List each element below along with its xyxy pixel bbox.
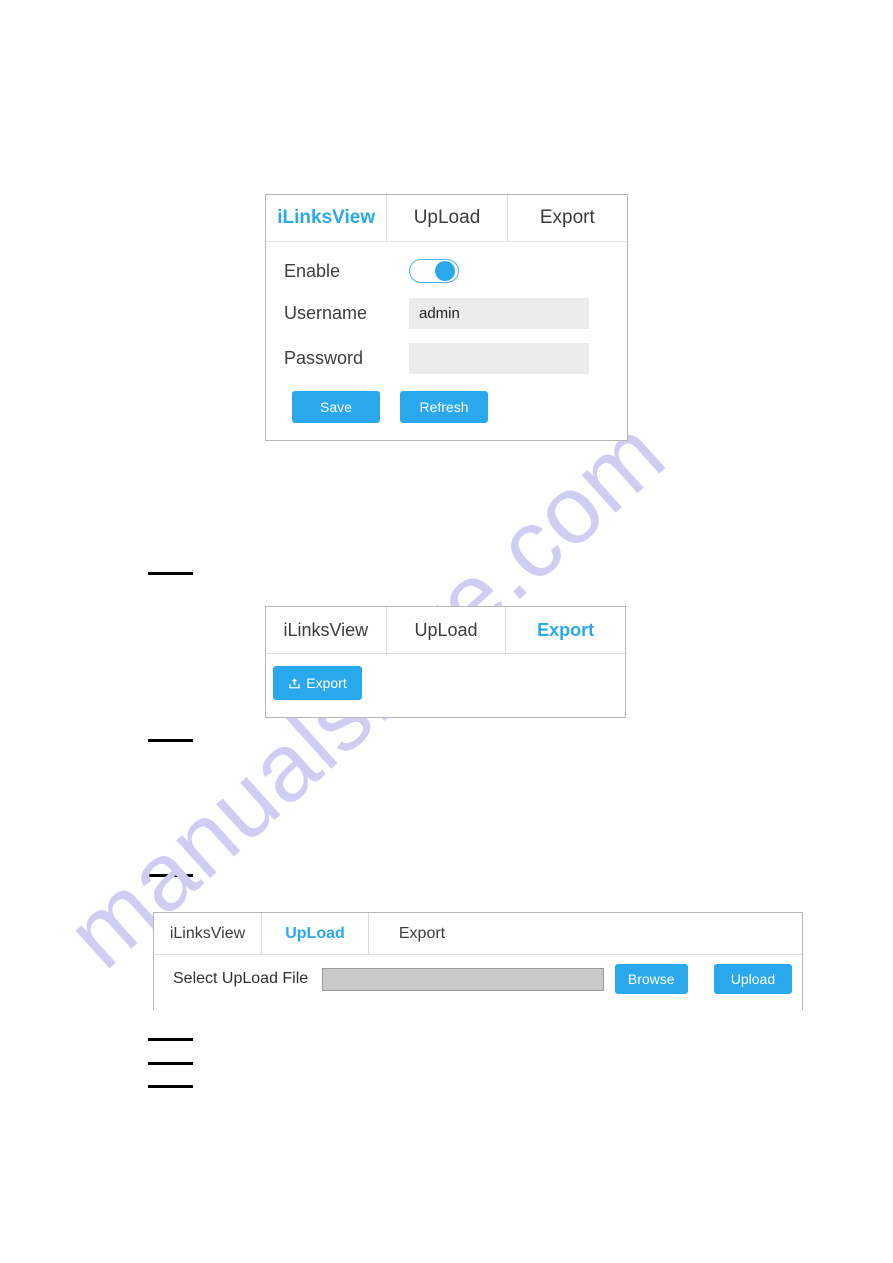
refresh-button-label: Refresh [419,399,469,415]
document-page: manualshive.com iLinksView UpLoad Export… [0,0,893,1263]
ilinksview-tabbar: iLinksView UpLoad Export [266,195,627,242]
tab-ilinksview[interactable]: iLinksView [154,913,261,954]
tab-ilinksview[interactable]: iLinksView [266,607,386,653]
browse-button[interactable]: Browse [614,964,688,994]
upload-panel-body: Select UpLoad File Browse Upload [154,955,802,1010]
enable-row: Enable [284,254,609,288]
save-button[interactable]: Save [292,391,380,423]
export-panel: iLinksView UpLoad Export Export [265,606,626,718]
redaction-line [148,739,193,742]
tab-upload[interactable]: UpLoad [261,913,368,954]
tab-export[interactable]: Export [505,607,625,653]
browse-button-label: Browse [627,971,675,987]
tab-export[interactable]: Export [506,195,627,241]
redaction-line [148,874,193,877]
upload-tabbar: iLinksView UpLoad Export [154,913,802,955]
export-button-label: Export [306,675,347,691]
refresh-button[interactable]: Refresh [400,391,488,423]
enable-toggle[interactable] [409,259,459,283]
tab-upload[interactable]: UpLoad [386,195,506,241]
ilinksview-settings-panel: iLinksView UpLoad Export Enable Username… [265,194,628,441]
ilinksview-panel-body: Enable Username Password Save Refresh [266,242,627,440]
password-row: Password [284,341,609,375]
redaction-line [148,1062,193,1065]
username-input[interactable] [409,297,589,329]
ilinksview-actions: Save Refresh [292,391,488,423]
username-label: Username [284,302,368,323]
password-label: Password [284,347,364,368]
select-upload-file-label: Select UpLoad File [173,970,309,987]
export-tabbar: iLinksView UpLoad Export [266,607,625,654]
save-button-label: Save [320,399,352,415]
upload-button-label: Upload [730,971,776,987]
username-row: Username [284,296,609,330]
upload-file-row: Select UpLoad File Browse Upload [173,964,792,994]
redaction-line [148,1038,193,1041]
upload-panel: iLinksView UpLoad Export Select UpLoad F… [153,912,803,1010]
tab-upload[interactable]: UpLoad [385,607,506,653]
redaction-line [148,572,193,575]
upload-icon [288,677,301,690]
export-button[interactable]: Export [273,666,362,700]
tab-export[interactable]: Export [368,913,475,954]
enable-toggle-knob [435,261,455,281]
file-path-input[interactable] [322,967,604,991]
upload-button[interactable]: Upload [713,964,792,994]
password-input[interactable] [409,342,589,374]
tab-ilinksview[interactable]: iLinksView [266,195,386,241]
export-panel-body: Export [266,654,625,717]
enable-label: Enable [284,260,341,281]
redaction-line [148,1085,193,1088]
